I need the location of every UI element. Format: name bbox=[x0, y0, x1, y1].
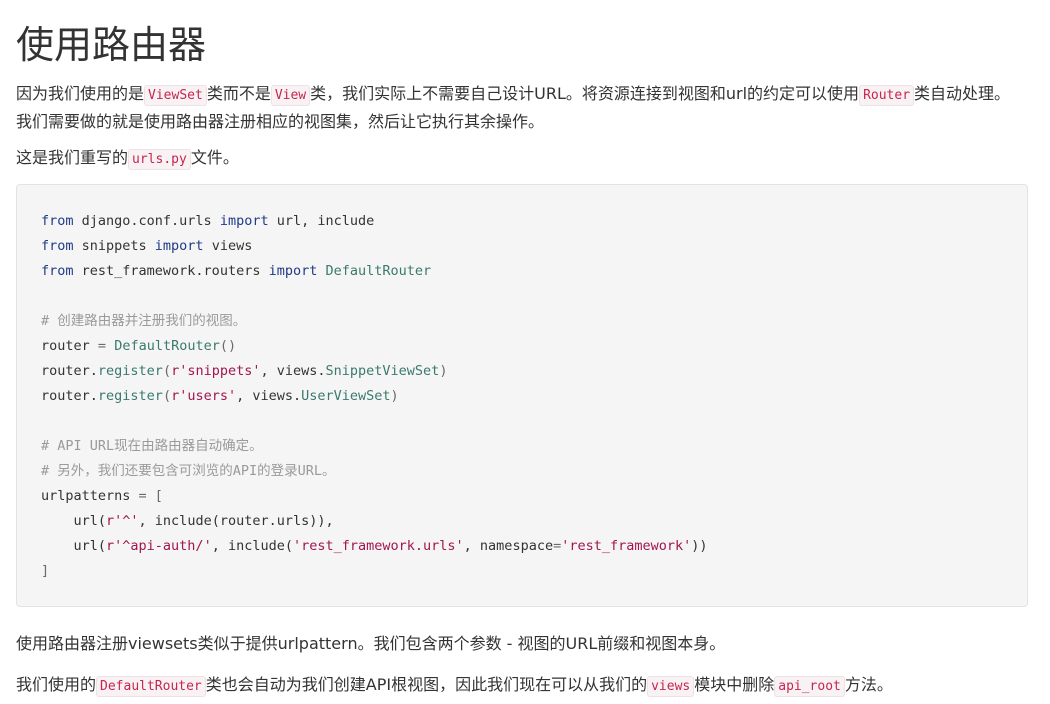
default-router-paragraph: 我们使用的 DefaultRouter 类也会自动为我们创建API根视图，因此我们现… bbox=[16, 672, 1026, 700]
code-line: from django.conf.urls import url, includ… bbox=[41, 213, 375, 229]
code-line: from rest_framework.routers import Defau… bbox=[41, 263, 432, 279]
intro-paragraph: 因为我们使用的是 ViewSet 类而不是 View 类，我们实际上不需要自己设计URL… bbox=[16, 84, 1011, 131]
inline-code-view: View bbox=[270, 85, 311, 106]
code-line: router.register(r'users', views.UserView… bbox=[41, 388, 399, 404]
inline-code-router: Router bbox=[859, 85, 915, 106]
code-line: router = DefaultRouter() bbox=[41, 338, 237, 354]
urls-paragraph: 这是我们重写的 urls.py 文件。 bbox=[16, 145, 1026, 173]
code-line: ] bbox=[41, 563, 50, 579]
code-comment: # 另外，我们还要包含可浏览的API的登录URL。 bbox=[41, 463, 336, 479]
code-line: urlpatterns = [ bbox=[41, 488, 163, 504]
code-line: from snippets import views bbox=[41, 238, 253, 254]
inline-code-views: views bbox=[647, 676, 695, 697]
inline-code-viewset: ViewSet bbox=[144, 85, 207, 106]
section-heading: 使用路由器 bbox=[16, 23, 207, 67]
code-line: url(r'^api-auth/', include('rest_framewo… bbox=[41, 538, 708, 554]
code-line: router.register(r'snippets', views.Snipp… bbox=[41, 363, 448, 379]
inline-code-api-root: api_root bbox=[774, 676, 845, 697]
register-paragraph: 使用路由器注册viewsets类似于提供urlpattern。我们包含两个参数 … bbox=[16, 634, 726, 653]
inline-code-defaultrouter: DefaultRouter bbox=[96, 676, 206, 697]
code-comment: # API URL现在由路由器自动确定。 bbox=[41, 438, 263, 454]
inline-code-urls-py: urls.py bbox=[128, 149, 191, 170]
code-block[interactable]: from django.conf.urls import url, includ… bbox=[16, 184, 1028, 607]
code-line: url(r'^', include(router.urls)), bbox=[41, 513, 334, 529]
doc-page: 使用路由器 因为我们使用的是 ViewSet 类而不是 View 类，我们实际上不需要自… bbox=[0, 0, 1050, 704]
code-comment: # 创建路由器并注册我们的视图。 bbox=[41, 313, 247, 329]
